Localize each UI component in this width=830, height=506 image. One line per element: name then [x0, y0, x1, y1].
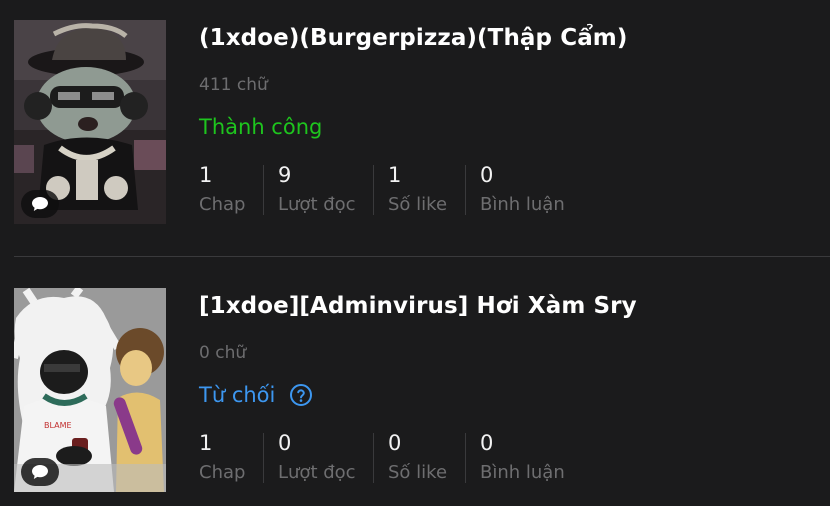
stat-views: 9 Lượt đọc [263, 163, 373, 215]
stat-views: 0 Lượt đọc [263, 431, 373, 483]
comment-bubble-icon [21, 190, 59, 218]
stat-likes-label: Số like [388, 462, 448, 483]
word-count: 411 chữ [199, 75, 268, 95]
story-item[interactable]: (1xdoe)(Burgerpizza)(Thập Cẩm) 411 chữ T… [14, 20, 830, 224]
status-text: Từ chối [199, 383, 276, 407]
stat-chap: 1 Chap [199, 163, 263, 215]
story-title[interactable]: [1xdoe][Adminvirus] Hơi Xàm Sry [199, 293, 637, 319]
stat-comments-value: 0 [480, 163, 494, 187]
divider [14, 256, 830, 257]
stat-comments-value: 0 [480, 431, 494, 455]
stat-chap: 1 Chap [199, 431, 263, 483]
stat-likes-label: Số like [388, 194, 448, 215]
word-count: 0 chữ [199, 343, 247, 363]
stat-likes: 1 Số like [373, 163, 465, 215]
story-list: (1xdoe)(Burgerpizza)(Thập Cẩm) 411 chữ T… [0, 0, 830, 506]
status-text: Thành công [199, 115, 323, 139]
stat-views-label: Lượt đọc [278, 194, 356, 215]
stat-likes-value: 0 [388, 431, 402, 455]
status-badge: Từ chối [199, 383, 313, 407]
story-cover-image[interactable]: BLAME [14, 288, 166, 492]
stat-comments-label: Bình luận [480, 194, 565, 215]
question-circle-icon[interactable] [289, 383, 313, 407]
story-item[interactable]: BLAME [1xdoe][Adminvirus] Hơi Xàm Sry 0 … [14, 288, 830, 492]
stat-likes-value: 1 [388, 163, 402, 187]
svg-text:BLAME: BLAME [44, 421, 72, 430]
status-badge: Thành công [199, 115, 322, 139]
story-cover-image[interactable] [14, 20, 166, 224]
story-stats: 1 Chap 9 Lượt đọc 1 Số like 0 Bình luận [199, 163, 575, 215]
stat-comments: 0 Bình luận [465, 163, 575, 215]
stat-comments-label: Bình luận [480, 462, 565, 483]
story-stats: 1 Chap 0 Lượt đọc 0 Số like 0 Bình luận [199, 431, 575, 483]
stat-chap-value: 1 [199, 163, 213, 187]
stat-likes: 0 Số like [373, 431, 465, 483]
stat-views-label: Lượt đọc [278, 462, 356, 483]
stat-chap-label: Chap [199, 462, 246, 483]
story-title[interactable]: (1xdoe)(Burgerpizza)(Thập Cẩm) [199, 25, 628, 51]
stat-views-value: 0 [278, 431, 292, 455]
stat-chap-label: Chap [199, 194, 246, 215]
stat-chap-value: 1 [199, 431, 213, 455]
comment-bubble-icon [21, 458, 59, 486]
stat-comments: 0 Bình luận [465, 431, 575, 483]
stat-views-value: 9 [278, 163, 292, 187]
